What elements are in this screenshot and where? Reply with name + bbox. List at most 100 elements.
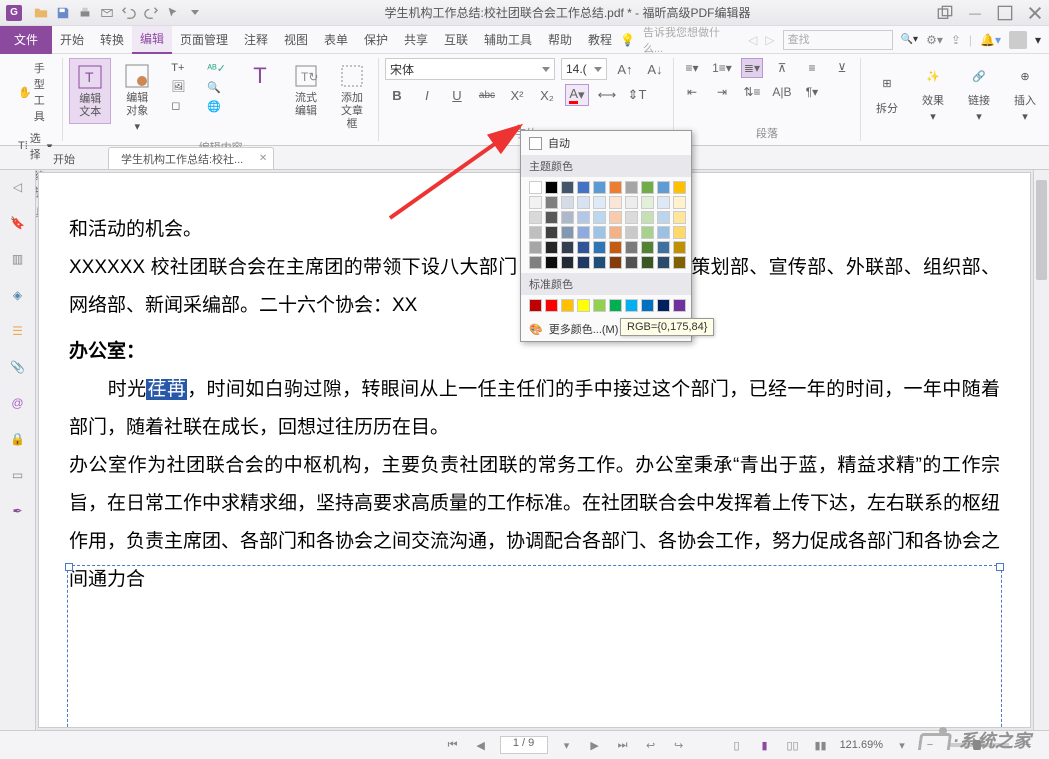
qat-dropdown-icon[interactable] (185, 3, 205, 23)
tags-icon[interactable]: @ (9, 394, 27, 412)
find-replace-icon[interactable]: 🔍 (203, 79, 230, 96)
bold-button[interactable]: B (385, 84, 409, 106)
nav-fwd-status-icon[interactable]: ↪ (670, 736, 688, 754)
restore-icon[interactable] (937, 5, 953, 21)
shrink-font-icon[interactable]: A↓ (643, 58, 667, 80)
web-link-icon[interactable]: 🌐 (203, 98, 230, 115)
line-spacing-icon[interactable]: ⇅≡ (741, 82, 763, 102)
view-continuous-icon[interactable]: ▮ (756, 736, 774, 754)
page-dropdown-icon[interactable]: ▾ (558, 736, 576, 754)
menu-help[interactable]: 帮助 (540, 26, 580, 54)
tell-me-hint[interactable]: 告诉我您想做什么... (643, 24, 740, 56)
redo-icon[interactable] (141, 3, 161, 23)
indent-dec-icon[interactable]: ⇤ (681, 82, 703, 102)
add-text-icon[interactable]: T+ (167, 60, 189, 76)
zoom-dropdown-icon[interactable]: ▾ (893, 736, 911, 754)
comments-icon[interactable]: ☰ (9, 322, 27, 340)
spellcheck-icon[interactable]: ᴬᴮ✓ (203, 60, 230, 77)
cursor-icon[interactable] (163, 3, 183, 23)
add-article-box-button[interactable]: 添加 文章框 (332, 58, 372, 136)
menu-connect[interactable]: 互联 (436, 26, 476, 54)
theme-color-grid[interactable] (521, 177, 691, 273)
doc-para2[interactable]: 办公室作为社团联合会的中枢机构，主要负责社团联的常务工作。办公室秉承“青出于蓝，… (69, 447, 1000, 599)
strike-button[interactable]: abc (475, 84, 499, 106)
add-shape-icon[interactable]: ◻ (167, 97, 189, 114)
edit-text-button[interactable]: T编辑 文本 (69, 58, 111, 124)
collapse-panel-icon[interactable]: ◁ (9, 178, 27, 196)
effect-button[interactable]: ✨效果▾ (913, 58, 953, 127)
last-page-icon[interactable]: ⏭ (614, 736, 632, 754)
nav-fwd-icon[interactable]: ▷ (765, 33, 774, 47)
standard-color-grid[interactable] (521, 295, 691, 317)
edit-object-button[interactable]: 编辑 对象▾ (117, 58, 157, 137)
next-page-icon[interactable]: ▶ (586, 736, 604, 754)
search-dropdown-icon[interactable]: 🔍▾ (901, 34, 918, 45)
font-size-select[interactable]: 14.( (561, 58, 607, 80)
save-icon[interactable] (53, 3, 73, 23)
attachments-icon[interactable]: 📎 (9, 358, 27, 376)
menu-protect[interactable]: 保护 (356, 26, 396, 54)
bookmarks-icon[interactable]: 🔖 (9, 214, 27, 232)
menu-form[interactable]: 表单 (316, 26, 356, 54)
split-button[interactable]: ⊞拆分 (867, 66, 907, 120)
flow-edit-button[interactable]: T↻流式 编辑 (286, 58, 326, 122)
text-scale-icon[interactable]: ⇕T (625, 84, 649, 106)
first-page-icon[interactable]: ⏮ (444, 736, 462, 754)
settings-gear-icon[interactable]: ⚙▾ (926, 33, 943, 47)
undo-icon[interactable] (119, 3, 139, 23)
font-color-button[interactable]: A▾ (565, 84, 589, 106)
file-tab[interactable]: 文件 (0, 26, 52, 54)
tab-document[interactable]: 学生机构工作总结:校社...✕ (108, 147, 274, 169)
text-button[interactable]: T (240, 58, 280, 94)
link-button[interactable]: 🔗链接▾ (959, 58, 999, 127)
signatures-icon[interactable]: ✒ (9, 502, 27, 520)
font-name-select[interactable]: 宋体 (385, 58, 555, 80)
menu-view[interactable]: 视图 (276, 26, 316, 54)
view-facing-icon[interactable]: ▯▯ (784, 736, 802, 754)
bullet-list-icon[interactable]: ≡▾ (681, 58, 703, 78)
menu-accessibility[interactable]: 辅助工具 (476, 26, 540, 54)
print-icon[interactable] (75, 3, 95, 23)
nav-back-icon[interactable]: ◁ (748, 33, 757, 47)
indent-inc-icon[interactable]: ⇥ (711, 82, 733, 102)
maximize-icon[interactable] (997, 5, 1013, 21)
security-icon[interactable]: 🔒 (9, 430, 27, 448)
prev-page-icon[interactable]: ◀ (472, 736, 490, 754)
email-icon[interactable] (97, 3, 117, 23)
menu-page[interactable]: 页面管理 (172, 26, 236, 54)
fields-icon[interactable]: ▭ (9, 466, 27, 484)
search-input[interactable]: 查找 (783, 30, 893, 50)
menu-edit[interactable]: 编辑 (132, 26, 172, 54)
align-top-icon[interactable]: ⊼ (771, 58, 793, 78)
nav-back-status-icon[interactable]: ↩ (642, 736, 660, 754)
hand-tool[interactable]: ✋ 手型工具 (14, 58, 56, 126)
layers-icon[interactable]: ◈ (9, 286, 27, 304)
minimize-icon[interactable]: — (967, 5, 983, 21)
user-avatar-icon[interactable] (1009, 31, 1027, 49)
add-image-icon[interactable]: 🖼 (167, 78, 189, 95)
menu-tutorial[interactable]: 教程 (580, 26, 620, 54)
open-icon[interactable] (31, 3, 51, 23)
menu-start[interactable]: 开始 (52, 26, 92, 54)
view-cont-facing-icon[interactable]: ▮▮ (812, 736, 830, 754)
menu-share[interactable]: 共享 (396, 26, 436, 54)
superscript-button[interactable]: X² (505, 84, 529, 106)
para-spacing-icon[interactable]: A|B (771, 82, 793, 102)
subscript-button[interactable]: X₂ (535, 84, 559, 106)
grow-font-icon[interactable]: A↑ (613, 58, 637, 80)
text-dir-icon[interactable]: ¶▾ (801, 82, 823, 102)
align-justify-icon[interactable]: ≣▾ (741, 58, 763, 78)
view-single-icon[interactable]: ▯ (728, 736, 746, 754)
align-bot-icon[interactable]: ⊻ (831, 58, 853, 78)
align-mid-icon[interactable]: ≡ (801, 58, 823, 78)
number-list-icon[interactable]: 1≡▾ (711, 58, 733, 78)
auto-color-row[interactable]: 自动 (521, 131, 691, 155)
vertical-scrollbar[interactable] (1033, 170, 1049, 730)
tab-close-icon[interactable]: ✕ (259, 153, 267, 164)
char-spacing-icon[interactable]: ⟷ (595, 84, 619, 106)
menu-comment[interactable]: 注释 (236, 26, 276, 54)
page-number-input[interactable]: 1 / 9 (500, 736, 548, 754)
menu-convert[interactable]: 转换 (92, 26, 132, 54)
pages-icon[interactable]: ▥ (9, 250, 27, 268)
bell-icon[interactable]: 🔔▾ (980, 33, 1001, 47)
